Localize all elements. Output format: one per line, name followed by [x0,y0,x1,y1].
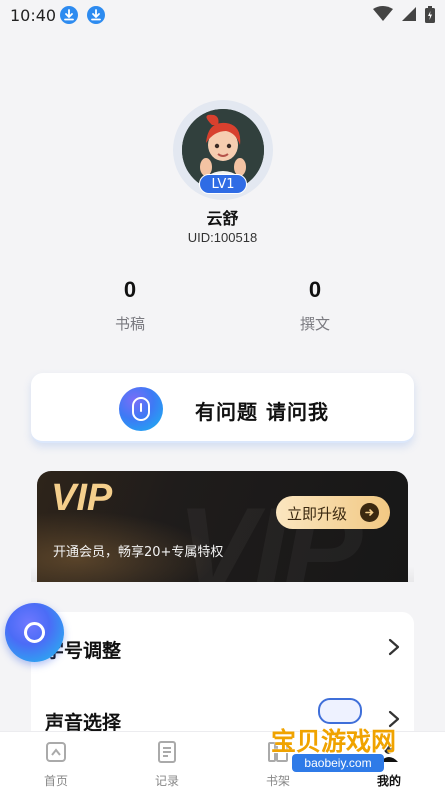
microphone-icon [119,387,163,431]
record-icon [158,741,176,763]
vip-logo: VIP [51,477,113,519]
signal-icon [401,7,416,21]
stat-label: 撰文 [299,315,330,333]
stat-label: 书稿 [114,315,145,333]
download-icon [87,6,105,24]
stat-drafts[interactable]: 0 书稿 [70,277,190,334]
chevron-right-icon [388,638,400,656]
setting-font-size[interactable]: 字号调整 [31,612,414,672]
stat-value: 0 [308,277,322,302]
arrow-right-icon [360,503,379,522]
upgrade-button-label: 立即升级 [287,505,348,523]
ask-label: 有问题 请问我 [195,400,329,424]
gamepad-icon [318,698,362,724]
level-badge: LV1 [199,174,247,194]
tab-label: 首页 [43,774,68,788]
status-time: 10:40 [10,6,57,25]
vip-description: 开通会员，畅享20+专属特权 [53,545,224,560]
stat-articles[interactable]: 0 撰文 [255,277,375,334]
watermark-title: 宝贝游戏网 [271,727,397,756]
battery-icon [425,6,435,23]
username: 云舒 [206,209,239,228]
site-watermark: 宝贝游戏网 baobeiy.com [268,698,418,778]
tab-record[interactable]: 记录 [127,732,207,791]
user-id: UID:100518 [187,230,258,245]
watermark-url: baobeiy.com [292,754,384,772]
vip-banner[interactable]: VIP VIP 开通会员，畅享20+专属特权 立即升级 [37,471,408,582]
status-icons [370,6,435,24]
ask-assistant-card[interactable]: 有问题 请问我 [31,373,414,443]
assistant-ring-icon [24,622,45,643]
home-icon [46,742,66,762]
download-icon [60,6,78,24]
wifi-icon [372,6,393,21]
status-bar: 10:40 [0,0,445,32]
stat-value: 0 [123,277,137,302]
upgrade-button[interactable]: 立即升级 [276,496,390,529]
tab-label: 记录 [154,774,179,788]
floating-assistant-button[interactable] [5,603,64,662]
tab-home[interactable]: 首页 [16,732,96,791]
